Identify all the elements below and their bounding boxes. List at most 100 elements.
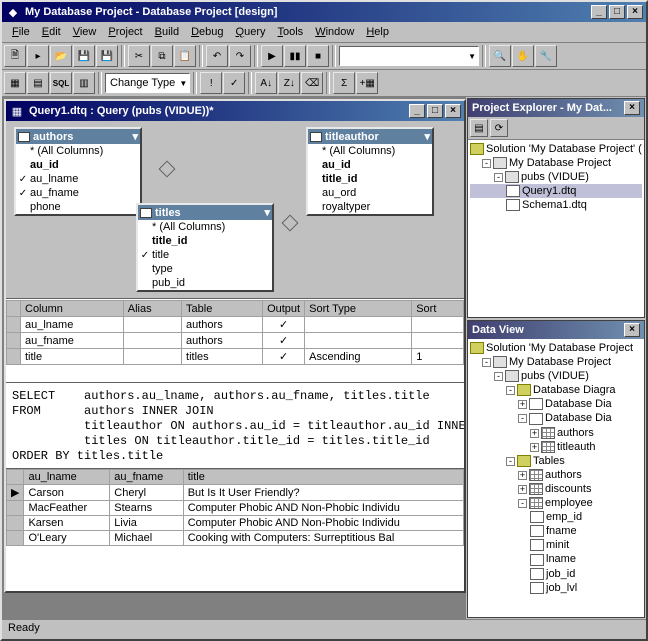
grid-row[interactable]: au_lnameauthors✓ <box>7 317 464 333</box>
column-item[interactable]: au_id <box>308 158 432 172</box>
join-icon[interactable] <box>282 215 299 232</box>
dv-diagram-table[interactable]: +authors <box>470 426 642 440</box>
column-item[interactable]: title_id <box>138 234 272 248</box>
grid-header[interactable]: Table <box>182 301 263 317</box>
expand-icon[interactable]: + <box>518 471 527 480</box>
menu-tools[interactable]: Tools <box>272 24 310 40</box>
menu-debug[interactable]: Debug <box>185 24 229 40</box>
grid-header[interactable]: Alias <box>123 301 181 317</box>
sort-desc-button[interactable]: Z↓ <box>278 72 300 94</box>
panel-close-button[interactable]: × <box>624 323 640 337</box>
dv-table-node-expanded[interactable]: -employee <box>470 496 642 510</box>
column-item[interactable]: ✓title <box>138 248 272 262</box>
collapse-icon[interactable]: - <box>518 499 527 508</box>
add-item-button[interactable]: ▸ <box>27 45 49 67</box>
verify-sql-button[interactable]: ✓ <box>223 72 245 94</box>
dv-column-node[interactable]: emp_id <box>470 510 642 524</box>
column-item[interactable]: royaltyper <box>308 200 432 214</box>
table-authors[interactable]: authors▾ * (All Columns)au_id✓au_lname✓a… <box>14 127 142 216</box>
table-menu-button[interactable]: ▾ <box>132 130 138 143</box>
undo-button[interactable]: ↶ <box>206 45 228 67</box>
dv-diagram-table[interactable]: +titleauth <box>470 440 642 454</box>
expand-icon[interactable]: + <box>518 485 527 494</box>
result-row[interactable]: MacFeatherStearnsComputer Phobic AND Non… <box>7 501 464 516</box>
dv-table-node[interactable]: +discounts <box>470 482 642 496</box>
panel-close-button[interactable]: × <box>624 101 640 115</box>
column-item[interactable]: phone <box>16 200 140 214</box>
menu-help[interactable]: Help <box>360 24 395 40</box>
save-all-button[interactable]: 💾 <box>96 45 118 67</box>
diagram-pane-button[interactable]: ▦ <box>4 72 26 94</box>
grid-header[interactable]: Sort <box>412 301 464 317</box>
project-explorer-tree[interactable]: Solution 'My Database Project' ( -My Dat… <box>468 140 644 317</box>
dv-solution-node[interactable]: Solution 'My Database Project <box>470 341 642 355</box>
group-by-button[interactable]: Σ <box>333 72 355 94</box>
menu-project[interactable]: Project <box>102 24 148 40</box>
diagram-pane[interactable]: authors▾ * (All Columns)au_id✓au_lname✓a… <box>6 121 464 299</box>
collapse-icon[interactable]: - <box>506 386 515 395</box>
table-titleauthor[interactable]: titleauthor▾ * (All Columns)au_idtitle_i… <box>306 127 434 216</box>
dv-column-node[interactable]: lname <box>470 552 642 566</box>
save-button[interactable]: 💾 <box>73 45 95 67</box>
results-pane[interactable]: au_lnameau_fnametitle ▶CarsonCherylBut I… <box>6 469 464 591</box>
column-item[interactable]: * (All Columns) <box>138 220 272 234</box>
dv-connection-node[interactable]: -pubs (VIDUE) <box>470 369 642 383</box>
connection-node[interactable]: -pubs (VIDUE) <box>470 170 642 184</box>
grid-pane-button[interactable]: ▤ <box>27 72 49 94</box>
criteria-grid[interactable]: ColumnAliasTableOutputSort TypeSort au_l… <box>6 299 464 383</box>
grid-row[interactable]: titletitles✓Ascending1 <box>7 349 464 365</box>
column-item[interactable]: title_id <box>308 172 432 186</box>
menu-view[interactable]: View <box>67 24 103 40</box>
dv-table-node[interactable]: +authors <box>470 468 642 482</box>
add-table-button[interactable]: +▦ <box>356 72 378 94</box>
dv-column-node[interactable]: minit <box>470 538 642 552</box>
solution-node[interactable]: Solution 'My Database Project' ( <box>470 142 642 156</box>
dv-tables-folder[interactable]: -Tables <box>470 454 642 468</box>
table-menu-button[interactable]: ▾ <box>424 130 430 143</box>
run-button[interactable]: ▶ <box>261 45 283 67</box>
grid-header[interactable]: Output <box>263 301 305 317</box>
break-button[interactable]: ▮▮ <box>284 45 306 67</box>
table-menu-button[interactable]: ▾ <box>264 206 270 219</box>
collapse-icon[interactable]: - <box>482 358 491 367</box>
query-file-node[interactable]: Query1.dtq <box>470 184 642 198</box>
refresh-button[interactable]: ⟳ <box>490 119 508 137</box>
maximize-button[interactable]: □ <box>609 5 625 19</box>
query-maximize-button[interactable]: □ <box>427 104 443 118</box>
cut-button[interactable]: ✂ <box>128 45 150 67</box>
collapse-icon[interactable]: - <box>494 173 503 182</box>
properties-button[interactable]: ✋ <box>512 45 534 67</box>
column-item[interactable]: type <box>138 262 272 276</box>
column-item[interactable]: au_ord <box>308 186 432 200</box>
dv-diagram-node[interactable]: +Database Dia <box>470 397 642 411</box>
table-titles[interactable]: titles▾ * (All Columns)title_id✓titletyp… <box>136 203 274 292</box>
new-project-button[interactable]: 🗎 <box>4 45 26 67</box>
dv-project-node[interactable]: -My Database Project <box>470 355 642 369</box>
view-code-button[interactable]: ▤ <box>470 119 488 137</box>
dv-column-node[interactable]: job_lvl <box>470 581 642 595</box>
open-button[interactable]: 📂 <box>50 45 72 67</box>
grid-row[interactable]: au_fnameauthors✓ <box>7 333 464 349</box>
stop-button[interactable]: ■ <box>307 45 329 67</box>
collapse-icon[interactable]: - <box>494 372 503 381</box>
close-button[interactable]: × <box>627 5 643 19</box>
column-item[interactable]: ✓au_fname <box>16 186 140 200</box>
sort-asc-button[interactable]: A↓ <box>255 72 277 94</box>
toolbox-button[interactable]: 🔧 <box>535 45 557 67</box>
column-item[interactable]: * (All Columns) <box>308 144 432 158</box>
collapse-icon[interactable]: - <box>482 159 491 168</box>
menu-query[interactable]: Query <box>230 24 272 40</box>
change-type-dropdown[interactable]: Change Type <box>105 73 190 93</box>
result-row[interactable]: ▶CarsonCherylBut Is It User Friendly? <box>7 485 464 501</box>
dv-diagram-node[interactable]: -Database Dia <box>470 411 642 425</box>
collapse-icon[interactable]: - <box>518 414 527 423</box>
remove-filter-button[interactable]: ⌫ <box>301 72 323 94</box>
copy-button[interactable]: ⧉ <box>151 45 173 67</box>
dv-column-node[interactable]: job_id <box>470 567 642 581</box>
query-minimize-button[interactable]: _ <box>409 104 425 118</box>
expand-icon[interactable]: + <box>530 429 539 438</box>
find-button[interactable]: 🔍 <box>489 45 511 67</box>
paste-button[interactable]: 📋 <box>174 45 196 67</box>
menu-window[interactable]: Window <box>309 24 360 40</box>
result-row[interactable]: O'LearyMichaelCooking with Computers: Su… <box>7 531 464 546</box>
